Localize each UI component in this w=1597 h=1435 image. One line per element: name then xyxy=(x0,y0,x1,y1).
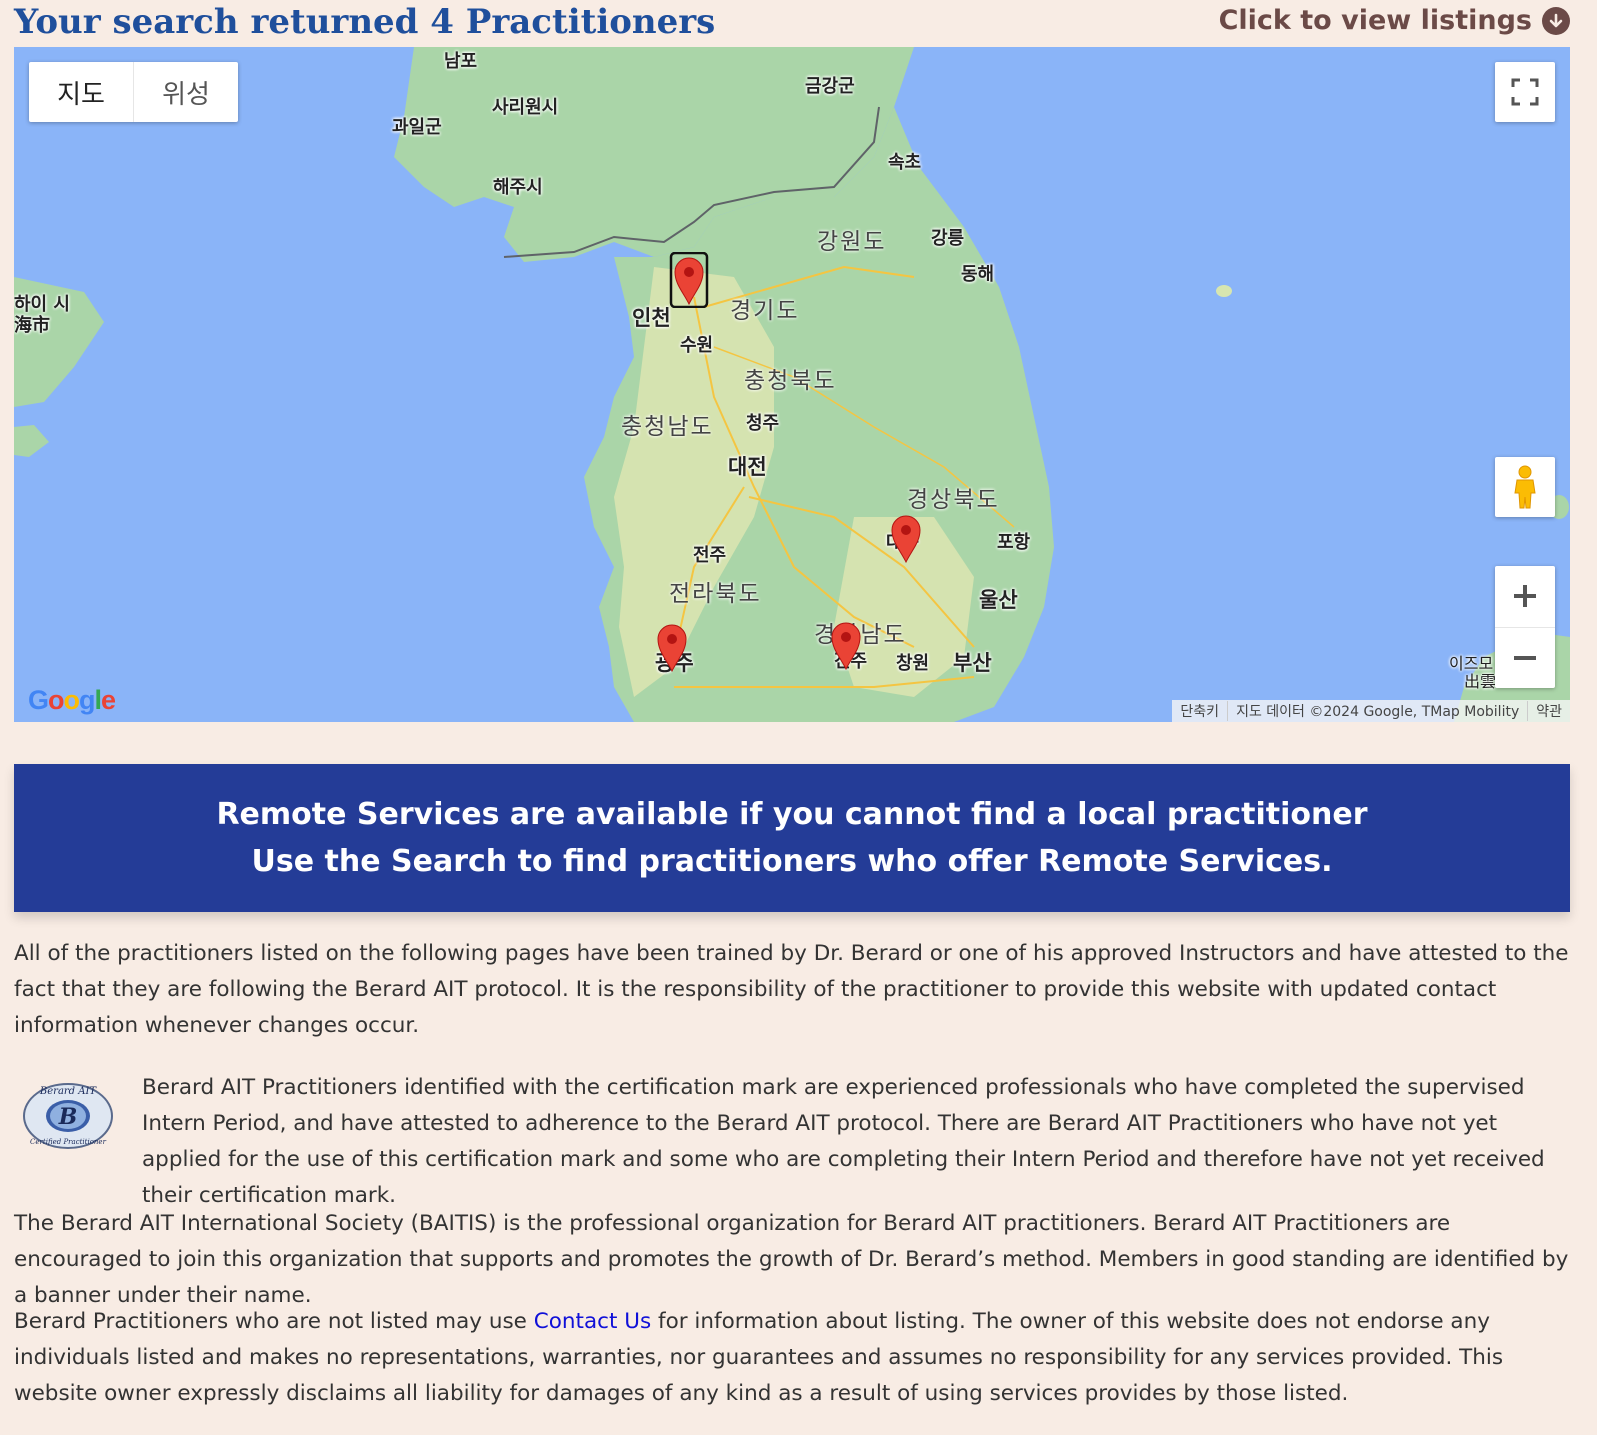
disclaimer-paragraph-liability: Berard Practitioners who are not listed … xyxy=(14,1304,1574,1412)
results-header: Your search returned 4 Practitioners Cli… xyxy=(14,0,1570,46)
city-label: 전주 xyxy=(693,545,727,566)
city-label: 남포 xyxy=(444,51,478,72)
map-marker-gwangju[interactable] xyxy=(652,619,692,675)
plus-icon xyxy=(1514,585,1536,608)
practitioner-map[interactable]: 강원도 경기도 충청북도 충청남도 경상북도 전라북도 경상남도 남포 사리원시… xyxy=(14,47,1570,722)
city-label: 해주시 xyxy=(493,177,543,198)
fullscreen-button[interactable] xyxy=(1495,62,1555,122)
pegman-icon xyxy=(1514,465,1536,509)
remote-banner-line1: Remote Services are available if you can… xyxy=(216,797,1368,832)
province-label: 경기도 xyxy=(730,298,800,324)
city-label: 인천 xyxy=(632,306,671,330)
view-listings-link[interactable]: Click to view listings xyxy=(1219,2,1570,40)
city-label: 수원 xyxy=(680,335,714,356)
minus-icon xyxy=(1514,655,1536,660)
city-label: 동해 xyxy=(961,264,995,285)
map-data-credit: 지도 데이터 ©2024 Google, TMap Mobility xyxy=(1227,701,1527,721)
map-attribution: 단축키 지도 데이터 ©2024 Google, TMap Mobility 약… xyxy=(1172,700,1570,722)
view-listings-label: Click to view listings xyxy=(1218,5,1532,36)
city-label: 부산 xyxy=(953,651,992,675)
svg-text:B: B xyxy=(58,1104,78,1130)
remote-banner-line2: Use the Search to find practitioners who… xyxy=(251,844,1333,879)
city-label: 속초 xyxy=(888,152,922,173)
certification-mark-logo: B Berard AIT Certified Practitioner xyxy=(23,1083,113,1149)
city-label: 과일군 xyxy=(392,117,442,138)
arrow-down-circle-icon xyxy=(1542,7,1570,35)
contact-us-link[interactable]: Contact Us xyxy=(534,1309,651,1334)
city-label: 금강군 xyxy=(805,76,855,97)
map-marker-jinju[interactable] xyxy=(826,617,866,673)
terms-link[interactable]: 약관 xyxy=(1527,701,1570,721)
province-label: 충청남도 xyxy=(621,414,714,440)
city-label: 강릉 xyxy=(931,228,965,249)
map-marker-daegu[interactable] xyxy=(886,510,926,566)
province-label: 경상북도 xyxy=(907,487,1000,513)
liability-text-before: Berard Practitioners who are not listed … xyxy=(14,1309,534,1334)
map-type-roadmap-button[interactable]: 지도 xyxy=(29,62,133,122)
map-type-satellite-button[interactable]: 위성 xyxy=(133,62,238,122)
city-label: 포항 xyxy=(997,532,1031,553)
disclaimer-paragraph-certification: Berard AIT Practitioners identified with… xyxy=(142,1075,1545,1208)
svg-text:Berard AIT: Berard AIT xyxy=(39,1086,98,1097)
google-logo[interactable]: Google xyxy=(28,685,116,716)
city-label: 海市 xyxy=(14,315,50,336)
disclaimer-paragraph-training: All of the practitioners listed on the f… xyxy=(14,941,1569,1038)
disclaimer-paragraph-baitis: The Berard AIT International Society (BA… xyxy=(14,1211,1569,1308)
province-label: 전라북도 xyxy=(669,581,762,607)
map-type-control: 지도 위성 xyxy=(29,62,238,122)
street-view-pegman-button[interactable] xyxy=(1495,457,1555,517)
remote-services-banner: Remote Services are available if you can… xyxy=(14,764,1570,912)
city-label: 창원 xyxy=(896,653,930,674)
province-label: 강원도 xyxy=(817,229,887,255)
map-marker-seoul[interactable] xyxy=(669,252,709,308)
city-label: 사리원시 xyxy=(492,97,559,118)
city-label: 대전 xyxy=(728,455,767,479)
city-label: 청주 xyxy=(746,413,780,434)
keyboard-shortcuts-link[interactable]: 단축키 xyxy=(1172,701,1227,721)
city-label: 울산 xyxy=(979,588,1018,612)
zoom-out-button[interactable] xyxy=(1495,626,1555,689)
city-label: 出雲 xyxy=(1464,672,1497,691)
province-label: 충청북도 xyxy=(744,368,837,394)
fullscreen-icon xyxy=(1511,78,1539,106)
zoom-control xyxy=(1495,566,1555,688)
page-title: Your search returned 4 Practitioners xyxy=(14,2,716,42)
svg-text:Certified Practitioner: Certified Practitioner xyxy=(30,1138,107,1146)
zoom-in-button[interactable] xyxy=(1495,566,1555,627)
